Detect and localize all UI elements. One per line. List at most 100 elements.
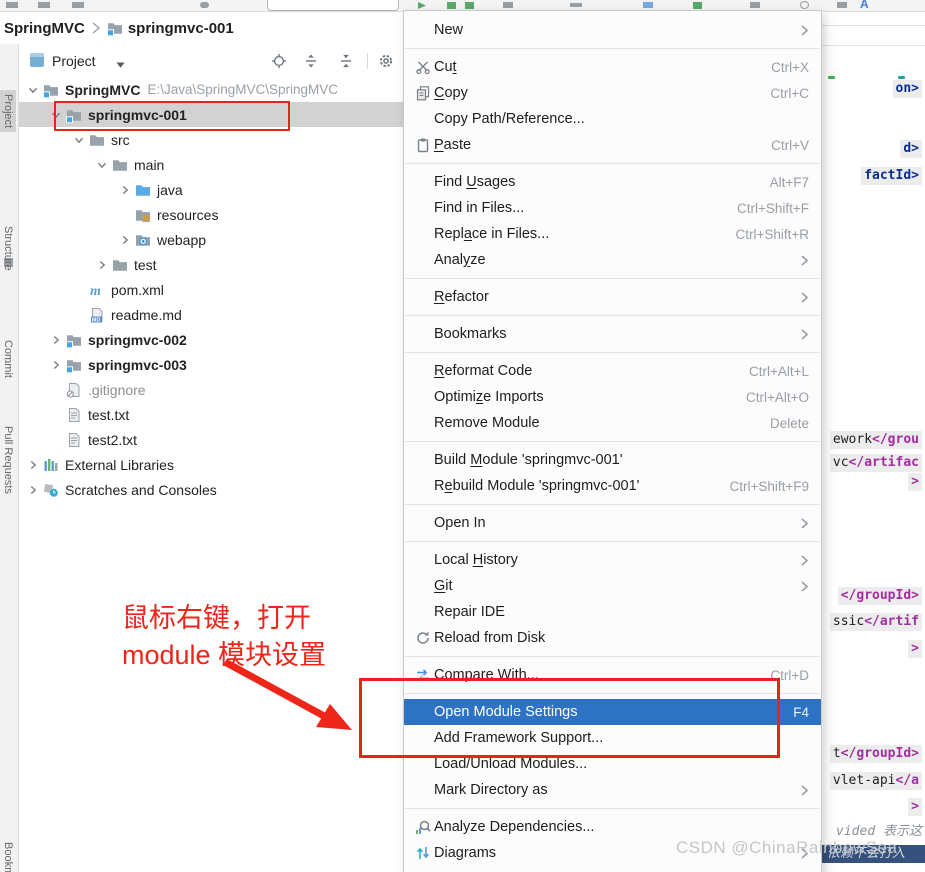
locate-file-icon[interactable] [270,52,287,69]
menu-item-copy-path-reference[interactable]: Copy Path/Reference... [404,106,821,132]
tree-row-src[interactable]: src [19,127,403,152]
menu-item-paste[interactable]: PasteCtrl+V [404,132,821,158]
tree-row-readme-md[interactable]: MDreadme.md [19,302,403,327]
webapp-folder-icon [135,227,157,252]
chevron-down-icon[interactable] [22,77,43,102]
chevron-right-icon[interactable] [22,452,43,477]
tool-stripe-project[interactable]: Project [0,90,16,132]
tree-row--gitignore[interactable]: .gitignore [19,377,403,402]
tree-row-resources[interactable]: resources [19,202,403,227]
text-file-icon [66,427,88,452]
menu-item-label: Find Usages [434,174,515,190]
chevron-right-icon[interactable] [45,327,66,352]
menu-item-open-in[interactable]: Open In [404,510,821,536]
menu-item-label: Repair IDE [434,604,505,620]
run-button[interactable] [418,2,426,9]
toolbar-icon [200,2,209,8]
tool-stripe-structure[interactable]: Structure [2,226,14,271]
tree-row-springmvc-002[interactable]: springmvc-002 [19,327,403,352]
menu-item-copy[interactable]: CopyCtrl+C [404,80,821,106]
menu-item-compare-with[interactable]: Compare With...Ctrl+D [404,662,821,688]
submenu-arrow-icon [800,580,809,593]
menu-item-git[interactable]: Git [404,573,821,599]
tool-stripe-bookmarks[interactable]: Bookmarks [2,842,14,872]
menu-item-shortcut: Ctrl+X [751,60,809,75]
tool-stripe-commit[interactable]: Commit [2,340,14,378]
code-segment: </a [896,773,919,788]
menu-item-label: Replace in Files... [434,226,549,242]
menu-icon-spacer [412,250,434,270]
gear-icon[interactable] [377,52,394,69]
collapse-all-icon[interactable] [337,52,354,69]
menu-item-find-in-files[interactable]: Find in Files...Ctrl+Shift+F [404,195,821,221]
menu-item-label: Analyze [434,252,486,268]
menu-item-optimize-imports[interactable]: Optimize ImportsCtrl+Alt+O [404,384,821,410]
submenu-arrow-icon [800,291,809,304]
run-configuration-select[interactable] [267,0,399,11]
tree-row-external-libraries[interactable]: External Libraries [19,452,403,477]
tree-row-springmvc-003[interactable]: springmvc-003 [19,352,403,377]
menu-item-add-framework-support[interactable]: Add Framework Support... [404,725,821,751]
breadcrumb-project[interactable]: SpringMVC [4,20,85,37]
menu-item-label: Find in Files... [434,200,524,216]
menu-item-rebuild-module-springmvc-001[interactable]: Rebuild Module 'springmvc-001'Ctrl+Shift… [404,473,821,499]
menu-item-bookmarks[interactable]: Bookmarks [404,321,821,347]
expand-all-icon[interactable] [302,52,319,69]
dropdown-arrow-icon[interactable] [115,56,126,74]
code-segment: vc [833,455,849,470]
menu-item-build-module-springmvc-001[interactable]: Build Module 'springmvc-001' [404,447,821,473]
menu-item-remove-module[interactable]: Remove ModuleDelete [404,410,821,436]
tree-item-label: test [134,257,157,273]
menu-item-refactor[interactable]: Refactor [404,284,821,310]
tree-row-main[interactable]: main [19,152,403,177]
menu-icon-spacer [412,324,434,344]
menu-item-replace-in-files[interactable]: Replace in Files...Ctrl+Shift+R [404,221,821,247]
tool-stripe-pull-requests[interactable]: Pull Requests [2,426,14,494]
code-segment: ssic [833,614,864,629]
menu-item-repair-ide[interactable]: Repair IDE [404,599,821,625]
chevron-right-icon[interactable] [22,477,43,502]
menu-separator [405,541,820,542]
menu-item-mark-directory-as[interactable]: Mark Directory as [404,777,821,803]
ide-window: A SpringMVC springmvc-001 › ProjectStruc… [0,0,925,872]
tree-row-pom-xml[interactable]: mpom.xml [19,277,403,302]
tree-row-springmvc[interactable]: SpringMVCE:\Java\SpringMVC\SpringMVC [19,77,403,102]
menu-item-load-unload-modules[interactable]: Load/Unload Modules... [404,751,821,777]
chevron-spacer [45,377,66,402]
debug-button[interactable] [447,2,456,9]
tree-row-test-txt[interactable]: test.txt [19,402,403,427]
tree-row-test2-txt[interactable]: test2.txt [19,427,403,452]
tree-row-scratches-and-consoles[interactable]: Scratches and Consoles [19,477,403,502]
breadcrumb-module[interactable]: springmvc-001 [128,20,234,37]
chevron-right-icon[interactable] [114,177,135,202]
chevron-down-icon[interactable] [45,102,66,127]
menu-item-local-history[interactable]: Local History [404,547,821,573]
menu-item-find-usages[interactable]: Find UsagesAlt+F7 [404,169,821,195]
divider [822,25,925,26]
menu-item-label: Copy [434,85,468,101]
code-line: ework</grou [830,431,922,449]
menu-item-new[interactable]: New [404,17,821,43]
panel-title[interactable]: Project [52,53,96,69]
menu-icon-spacer [412,450,434,470]
menu-item-cut[interactable]: CutCtrl+X [404,54,821,80]
tree-row-webapp[interactable]: webapp [19,227,403,252]
folder-icon [89,127,111,152]
menu-item-analyze-dependencies[interactable]: Analyze Dependencies... [404,814,821,840]
menu-item-open-module-settings[interactable]: Open Module SettingsF4 [404,699,821,725]
menu-item-analyze[interactable]: Analyze [404,247,821,273]
menu-item-reload-from-disk[interactable]: Reload from Disk [404,625,821,651]
chevron-right-icon[interactable] [45,352,66,377]
menu-item-reformat-code[interactable]: Reformat CodeCtrl+Alt+L [404,358,821,384]
code-segment: factId> [864,168,919,183]
chevron-down-icon[interactable] [68,127,89,152]
chevron-right-icon[interactable] [91,252,112,277]
tree-row-test[interactable]: test [19,252,403,277]
tree-row-java[interactable]: java [19,177,403,202]
submenu-arrow-icon [800,517,809,530]
chevron-down-icon[interactable] [91,152,112,177]
tree-item-label: springmvc-001 [88,107,187,123]
tree-row-springmvc-001[interactable]: springmvc-001 [19,102,403,127]
chevron-right-icon[interactable] [114,227,135,252]
menu-item-label: Git [434,578,453,594]
